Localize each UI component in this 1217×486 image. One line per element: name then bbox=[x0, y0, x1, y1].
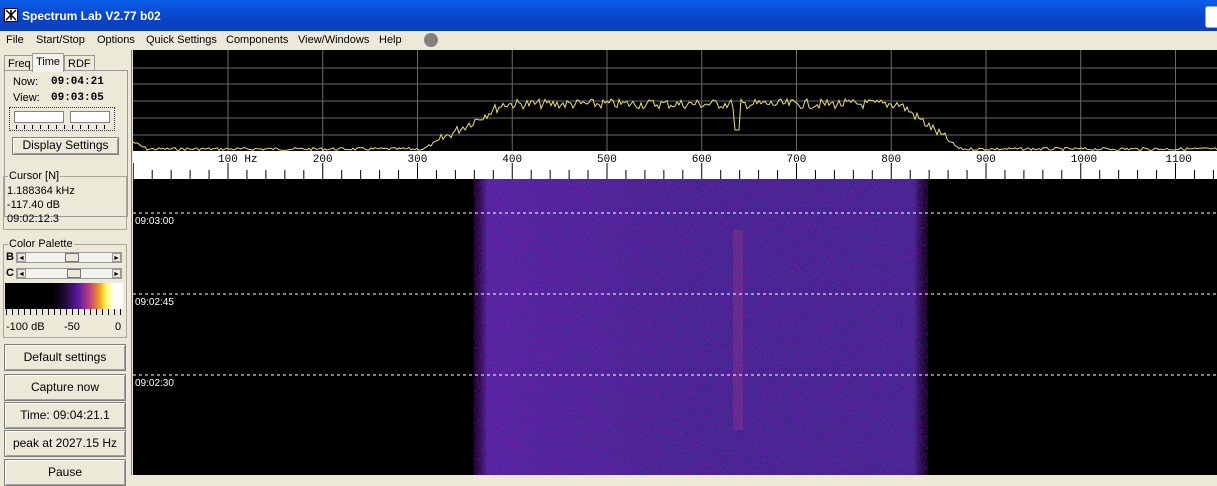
color-palette-caption: Color Palette bbox=[8, 238, 74, 250]
brightness-label: B bbox=[6, 251, 14, 263]
frequency-label: 100 Hz bbox=[218, 154, 258, 166]
contrast-label: C bbox=[6, 267, 14, 279]
contrast-thumb[interactable] bbox=[67, 269, 81, 278]
time-scroll-slider[interactable] bbox=[9, 107, 115, 131]
scroll-right-icon[interactable]: ► bbox=[112, 253, 121, 262]
scroll-left-icon[interactable]: ◄ bbox=[17, 269, 26, 278]
spectrum-grid bbox=[133, 50, 1217, 151]
contrast-scrollbar[interactable]: ◄ ► bbox=[16, 268, 122, 279]
cursor-frequency: 1.188364 kHz bbox=[7, 185, 75, 197]
cursor-caption: Cursor [N] bbox=[8, 170, 61, 182]
menu-components[interactable]: Components bbox=[226, 34, 288, 46]
frequency-label: 700 bbox=[787, 154, 807, 166]
peak-display-button[interactable]: peak at 2027.15 Hz bbox=[4, 430, 126, 457]
menu-quick-settings[interactable]: Quick Settings bbox=[146, 34, 217, 46]
frequency-label: 900 bbox=[976, 154, 996, 166]
brightness-scrollbar[interactable]: ◄ ► bbox=[16, 252, 122, 263]
frequency-label: 1100 bbox=[1166, 154, 1192, 166]
frequency-label: 1000 bbox=[1071, 154, 1097, 166]
menu-bar: File Start/Stop Options Quick Settings C… bbox=[0, 31, 1217, 50]
time-marker-label: 09:02:45 bbox=[135, 297, 174, 308]
title-bar: Spectrum Lab V2.77 b02 bbox=[0, 0, 1217, 31]
time-slider-left[interactable] bbox=[14, 111, 64, 123]
menu-options[interactable]: Options bbox=[97, 34, 135, 46]
cursor-time: 09:02:12.3 bbox=[7, 213, 59, 225]
scroll-right-icon[interactable]: ► bbox=[112, 269, 121, 278]
pause-button[interactable]: Pause bbox=[4, 459, 126, 486]
now-label: Now: bbox=[13, 76, 39, 88]
waterfall-noise bbox=[473, 179, 928, 475]
view-label: View: bbox=[13, 92, 40, 104]
palette-scale-min: -100 dB bbox=[6, 321, 45, 333]
record-indicator-icon bbox=[424, 33, 438, 47]
spectrum-display[interactable]: 100 Hz 200 300 400 500 600 700 800 900 1000 1100 0… bbox=[133, 50, 1217, 475]
display-settings-button[interactable]: Display Settings bbox=[12, 137, 119, 155]
frequency-label: 400 bbox=[502, 154, 522, 166]
window-title: Spectrum Lab V2.77 b02 bbox=[22, 9, 161, 23]
brightness-thumb[interactable] bbox=[65, 253, 79, 262]
frequency-label: 800 bbox=[881, 154, 901, 166]
menu-view-windows[interactable]: View/Windows bbox=[298, 34, 369, 46]
default-settings-button[interactable]: Default settings bbox=[4, 344, 126, 371]
now-value: 09:04:21 bbox=[51, 76, 104, 88]
slider-ticks bbox=[16, 125, 112, 129]
waterfall: 09:03:00 09:02:45 09:02:30 bbox=[133, 179, 1217, 475]
capture-now-button[interactable]: Capture now bbox=[4, 374, 126, 401]
frequency-label: 200 bbox=[313, 154, 333, 166]
palette-ticks bbox=[6, 309, 124, 315]
color-palette-bar[interactable] bbox=[5, 283, 123, 309]
palette-scale-max: 0 bbox=[115, 321, 122, 333]
left-control-panel: Freq Time RDF Now: 09:04:21 View: 09:03:… bbox=[0, 50, 132, 486]
view-value: 09:03:05 bbox=[51, 92, 104, 104]
time-marker-label: 09:02:30 bbox=[135, 378, 174, 389]
time-display-button[interactable]: Time: 09:04:21.1 bbox=[4, 402, 126, 429]
spectrum-waterfall-svg[interactable]: 100 Hz 200 300 400 500 600 700 800 900 1000 1100 0… bbox=[133, 50, 1217, 475]
cursor-info-group: Cursor [N] 1.188364 kHz -117.40 dB 09:02… bbox=[3, 170, 127, 230]
waterfall-signal-streak bbox=[733, 230, 743, 430]
tab-time[interactable]: Time bbox=[32, 53, 65, 72]
time-slider-right[interactable] bbox=[70, 111, 110, 123]
frequency-label: 300 bbox=[408, 154, 428, 166]
spectrum-trace bbox=[133, 97, 1217, 152]
menu-help[interactable]: Help bbox=[379, 34, 402, 46]
palette-scale-mid: -50 bbox=[64, 321, 80, 333]
frequency-scale bbox=[133, 151, 1217, 179]
menu-file[interactable]: File bbox=[6, 34, 24, 46]
app-icon bbox=[4, 8, 18, 22]
scroll-left-icon[interactable]: ◄ bbox=[17, 253, 26, 262]
frequency-label: 500 bbox=[597, 154, 617, 166]
menu-start-stop[interactable]: Start/Stop bbox=[36, 34, 85, 46]
frequency-label: 600 bbox=[692, 154, 712, 166]
cursor-level: -117.40 dB bbox=[7, 199, 61, 211]
window-control-button[interactable] bbox=[1205, 6, 1217, 28]
time-marker-label: 09:03:00 bbox=[135, 216, 174, 227]
